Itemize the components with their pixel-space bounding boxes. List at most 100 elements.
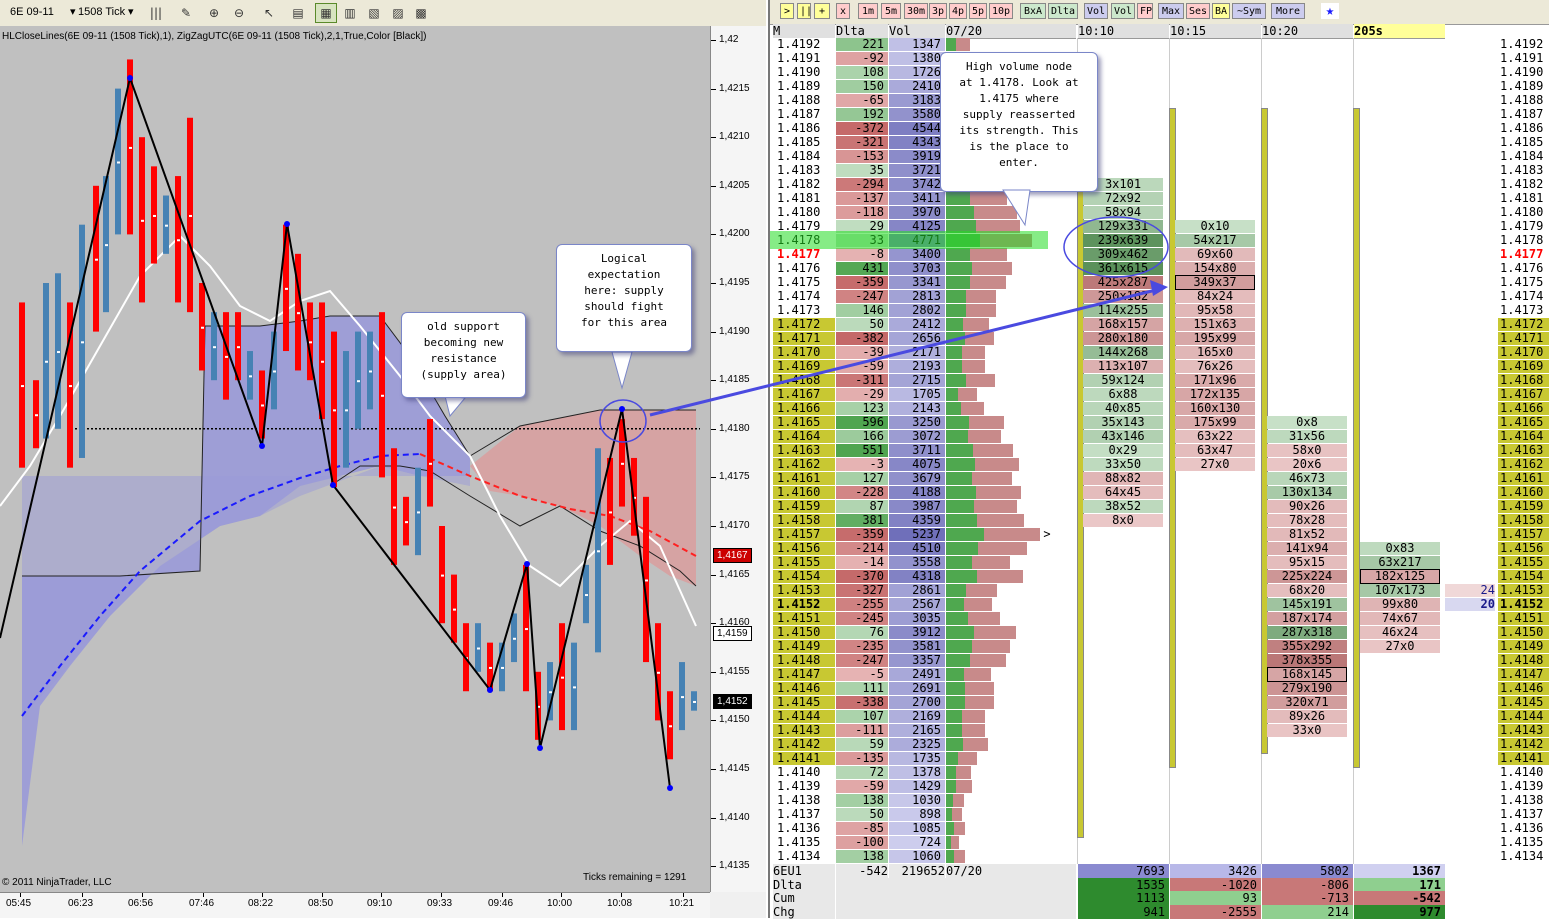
price-level[interactable]: 1.4192 [773, 38, 835, 51]
right-price-level[interactable]: 1.4183 [1498, 164, 1549, 177]
right-price-level[interactable]: 1.4135 [1498, 836, 1549, 849]
right-price-level[interactable]: 1.4139 [1498, 780, 1549, 793]
price-level[interactable]: 1.4169 [773, 360, 835, 373]
right-price-level[interactable]: 1.4153 [1498, 584, 1549, 597]
right-price-level[interactable]: 1.4160 [1498, 486, 1549, 499]
price-level[interactable]: 1.4165 [773, 416, 835, 429]
right-price-level[interactable]: 1.4179 [1498, 220, 1549, 233]
right-price-level[interactable]: 1.4157 [1498, 528, 1549, 541]
price-axis[interactable]: 1,42 1,4215 1,4210 1,4205 1,4200 1,4195 1,4190… [710, 26, 766, 892]
price-level[interactable]: 1.4171 [773, 332, 835, 345]
price-level[interactable]: 1.4183 [773, 164, 835, 177]
instrument-selector[interactable]: 6E 09-11 [10, 3, 54, 21]
right-price-level[interactable]: 1.4187 [1498, 108, 1549, 121]
right-price-level[interactable]: 1.4185 [1498, 136, 1549, 149]
right-price-level[interactable]: 1.4138 [1498, 794, 1549, 807]
price-level[interactable]: 1.4172 [773, 318, 835, 331]
strategies-icon[interactable]: ▧ [363, 3, 385, 23]
right-price-level[interactable]: 1.4174 [1498, 290, 1549, 303]
right-price-level[interactable]: 1.4188 [1498, 94, 1549, 107]
chart-plot-area[interactable]: HLCloseLines(6E 09-11 (1508 Tick),1), Zi… [0, 26, 710, 892]
price-level[interactable]: 1.4177 [773, 248, 835, 261]
right-price-level[interactable]: 1.4155 [1498, 556, 1549, 569]
price-level[interactable]: 1.4167 [773, 388, 835, 401]
price-level[interactable]: 1.4173 [773, 304, 835, 317]
right-price-level[interactable]: 1.4141 [1498, 752, 1549, 765]
right-price-level[interactable]: 1.4176 [1498, 262, 1549, 275]
indicators-icon[interactable]: ▥ [339, 3, 361, 23]
zoom-in-icon[interactable]: ⊕ [203, 3, 225, 23]
right-price-level[interactable]: 1.4177 [1498, 248, 1549, 261]
price-level[interactable]: 1.4188 [773, 94, 835, 107]
right-price-level[interactable]: 1.4134 [1498, 850, 1549, 863]
right-price-level[interactable]: 1.4181 [1498, 192, 1549, 205]
price-level[interactable]: 1.4161 [773, 472, 835, 485]
price-level[interactable]: 1.4143 [773, 724, 835, 737]
right-price-level[interactable]: 1.4158 [1498, 514, 1549, 527]
chart-dropdown-arrow-icon[interactable]: ▾ [70, 3, 76, 21]
time-axis[interactable]: 05:45 06:23 06:56 07:46 08:22 08:50 09:10 09:33… [0, 892, 710, 918]
price-level[interactable]: 1.4154 [773, 570, 835, 583]
price-level[interactable]: 1.4148 [773, 654, 835, 667]
snapshot-icon[interactable]: ▨ [387, 3, 409, 23]
right-price-level[interactable]: 1.4143 [1498, 724, 1549, 737]
price-level[interactable]: 1.4158 [773, 514, 835, 527]
price-level[interactable]: 1.4152 [773, 598, 835, 611]
price-level[interactable]: 1.4137 [773, 808, 835, 821]
chart-trader-icon[interactable]: ▦ [315, 3, 337, 23]
price-level[interactable]: 1.4182 [773, 178, 835, 191]
price-level[interactable]: 1.4135 [773, 836, 835, 849]
right-price-level[interactable]: 1.4152 [1498, 598, 1549, 611]
price-level[interactable]: 1.4185 [773, 136, 835, 149]
right-price-level[interactable]: 1.4137 [1498, 808, 1549, 821]
right-price-level[interactable]: 1.4165 [1498, 416, 1549, 429]
right-price-level[interactable]: 1.4156 [1498, 542, 1549, 555]
price-level[interactable]: 1.4162 [773, 458, 835, 471]
right-price-level[interactable]: 1.4171 [1498, 332, 1549, 345]
price-level[interactable]: 1.4181 [773, 192, 835, 205]
right-price-level[interactable]: 1.4136 [1498, 822, 1549, 835]
right-price-level[interactable]: 1.4182 [1498, 178, 1549, 191]
header-date[interactable]: 07/20 [946, 24, 1076, 39]
right-price-level[interactable]: 1.4163 [1498, 444, 1549, 457]
price-level[interactable]: 1.4150 [773, 626, 835, 639]
price-level[interactable]: 1.4191 [773, 52, 835, 65]
price-level[interactable]: 1.4190 [773, 66, 835, 79]
right-price-level[interactable]: 1.4149 [1498, 640, 1549, 653]
right-price-level[interactable]: 1.4142 [1498, 738, 1549, 751]
right-price-level[interactable]: 1.4162 [1498, 458, 1549, 471]
price-level[interactable]: 1.4170 [773, 346, 835, 359]
right-price-level[interactable]: 1.4189 [1498, 80, 1549, 93]
price-level[interactable]: 1.4180 [773, 206, 835, 219]
price-level[interactable]: 1.4159 [773, 500, 835, 513]
right-price-level[interactable]: 1.4146 [1498, 682, 1549, 695]
price-level[interactable]: 1.4134 [773, 850, 835, 863]
right-price-level[interactable]: 1.4150 [1498, 626, 1549, 639]
header-time-2[interactable]: 10:15 [1170, 24, 1261, 39]
price-level[interactable]: 1.4142 [773, 738, 835, 751]
right-price-level[interactable]: 1.4168 [1498, 374, 1549, 387]
right-price-level[interactable]: 1.4154 [1498, 570, 1549, 583]
price-level[interactable]: 1.4163 [773, 444, 835, 457]
price-level[interactable]: 1.4156 [773, 542, 835, 555]
right-price-level[interactable]: 1.4161 [1498, 472, 1549, 485]
interval-selector[interactable]: 1508 Tick [78, 3, 125, 21]
data-box-icon[interactable]: ▩ [410, 3, 432, 23]
price-level[interactable]: 1.4164 [773, 430, 835, 443]
right-price-level[interactable]: 1.4190 [1498, 66, 1549, 79]
header-time-3[interactable]: 10:20 [1262, 24, 1353, 39]
properties-icon[interactable]: ▤ [287, 3, 309, 23]
interval-dropdown-icon[interactable]: ▾ [128, 3, 134, 21]
right-price-level[interactable]: 1.4184 [1498, 150, 1549, 163]
price-level[interactable]: 1.4187 [773, 108, 835, 121]
price-level[interactable]: 1.4160 [773, 486, 835, 499]
price-level[interactable]: 1.4151 [773, 612, 835, 625]
right-price-level[interactable]: 1.4159 [1498, 500, 1549, 513]
right-price-level[interactable]: 1.4191 [1498, 52, 1549, 65]
right-price-level[interactable]: 1.4147 [1498, 668, 1549, 681]
price-level[interactable]: 1.4184 [773, 150, 835, 163]
price-level[interactable]: 1.4157 [773, 528, 835, 541]
price-level[interactable]: 1.4174 [773, 290, 835, 303]
right-price-level[interactable]: 1.4164 [1498, 430, 1549, 443]
right-price-level[interactable]: 1.4145 [1498, 696, 1549, 709]
